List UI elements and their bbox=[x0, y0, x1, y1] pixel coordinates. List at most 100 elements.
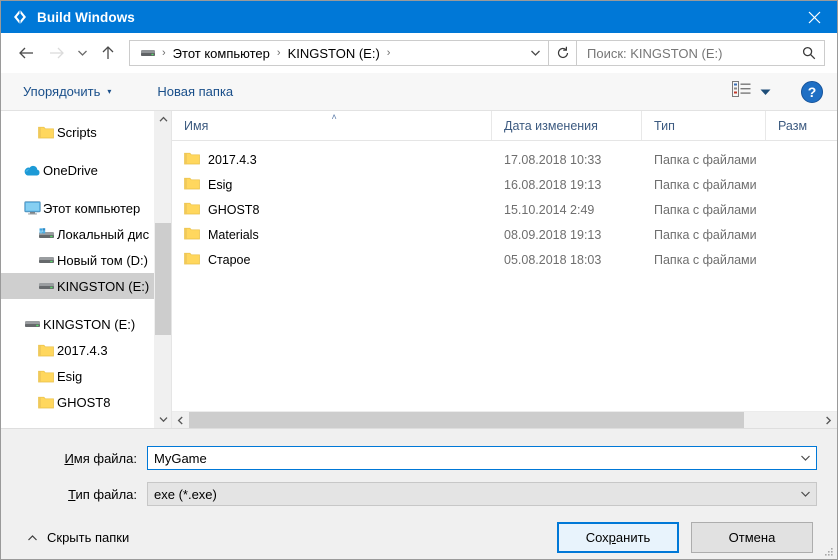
toolbar: Упорядочить ▾ Новая папка ? bbox=[1, 73, 837, 111]
column-header-type-label: Тип bbox=[654, 118, 675, 133]
file-name-label: Esig bbox=[208, 177, 233, 192]
column-header-date-label: Дата изменения bbox=[504, 118, 598, 133]
sidebar-item-этот-компьютер[interactable]: Этот компьютер bbox=[1, 195, 171, 221]
sidebar-item-esig[interactable]: Esig bbox=[1, 363, 171, 389]
refresh-button[interactable] bbox=[549, 40, 577, 66]
sidebar-item-новый-том-d[interactable]: Новый том (D:) bbox=[1, 247, 171, 273]
file-date-cell: 08.09.2018 19:13 bbox=[504, 227, 602, 242]
sidebar-item-локальный-дис[interactable]: Локальный дис bbox=[1, 221, 171, 247]
file-list-pane: Имя ˄ Дата изменения Тип Разм 2017.4.3 17… bbox=[171, 111, 837, 428]
close-button[interactable] bbox=[791, 1, 837, 33]
chevron-down-icon[interactable] bbox=[794, 447, 816, 469]
sidebar-item-label: Scripts bbox=[57, 124, 97, 140]
save-label-suffix: анить bbox=[615, 529, 651, 545]
drive-icon bbox=[21, 318, 43, 330]
chevron-down-icon[interactable] bbox=[794, 483, 816, 505]
sidebar-item-label: 2017.4.3 bbox=[57, 342, 108, 358]
filetype-value: exe (*.exe) bbox=[154, 486, 217, 502]
filename-field[interactable] bbox=[147, 446, 817, 470]
file-name-label: 2017.4.3 bbox=[208, 152, 257, 167]
forward-button[interactable] bbox=[41, 38, 71, 68]
folder-icon bbox=[35, 369, 57, 383]
folder-icon bbox=[35, 125, 57, 139]
navigation-bar: › Этот компьютер › KINGSTON (E:) › bbox=[1, 33, 837, 73]
scroll-down-button[interactable] bbox=[155, 411, 171, 428]
sidebar-item-onedrive[interactable]: OneDrive bbox=[1, 157, 171, 183]
hide-folders-button[interactable]: Скрыть папки bbox=[21, 530, 129, 545]
search-input[interactable] bbox=[587, 45, 802, 61]
filetype-field[interactable]: exe (*.exe) bbox=[147, 482, 817, 506]
sidebar-item-kingston-e[interactable]: KINGSTON (E:) bbox=[1, 311, 171, 337]
sidebar-item-kingston-e[interactable]: KINGSTON (E:) bbox=[1, 273, 171, 299]
breadcrumb-separator: › bbox=[162, 47, 166, 59]
sidebar-item-label: Этот компьютер bbox=[43, 200, 141, 216]
save-file-dialog: Build Windows › Этот компьютер › KINGSTO… bbox=[0, 0, 838, 560]
chevron-up-icon bbox=[27, 530, 38, 545]
chevron-down-icon[interactable] bbox=[522, 41, 548, 65]
sidebar-item-scripts[interactable]: Scripts bbox=[1, 119, 171, 145]
view-options-button[interactable] bbox=[728, 81, 775, 102]
filename-label: Имя файла: bbox=[21, 451, 147, 466]
recent-locations-button[interactable] bbox=[71, 38, 93, 68]
column-header-size-label: Разм bbox=[778, 118, 808, 133]
table-row[interactable]: Materials 08.09.2018 19:13 Папка с файлами bbox=[172, 222, 837, 247]
file-date-cell: 15.10.2014 2:49 bbox=[504, 202, 595, 217]
column-header-name-label: Имя bbox=[184, 118, 209, 133]
onedrive-icon bbox=[21, 164, 43, 177]
scroll-up-button[interactable] bbox=[155, 111, 171, 128]
file-type-cell: Папка с файлами bbox=[654, 177, 757, 192]
table-row[interactable]: 2017.4.3 17.08.2018 10:33 Папка с файлами bbox=[172, 147, 837, 172]
save-label-accel: р bbox=[608, 529, 616, 545]
filename-label-rest: мя файла: bbox=[73, 450, 137, 466]
resize-grip-icon[interactable] bbox=[822, 544, 834, 556]
column-header-type[interactable]: Тип bbox=[642, 111, 766, 140]
form-area: Имя файла: Тип файла: exe (*.exe) bbox=[1, 429, 837, 515]
filetype-label-rest: ип файла: bbox=[75, 486, 137, 502]
filename-input[interactable] bbox=[148, 450, 794, 466]
help-label: ? bbox=[807, 83, 817, 100]
breadcrumb-item-computer[interactable]: Этот компьютер bbox=[170, 46, 273, 61]
folder-icon bbox=[184, 151, 200, 168]
breadcrumb-separator: › bbox=[386, 47, 391, 59]
sidebar-item-ghost8[interactable]: GHOST8 bbox=[1, 389, 171, 415]
column-header-size[interactable]: Разм bbox=[766, 111, 826, 140]
save-button[interactable]: Сох р анить bbox=[557, 521, 679, 553]
column-header-name[interactable]: Имя ˄ bbox=[172, 111, 492, 140]
sidebar-scrollbar-thumb[interactable] bbox=[155, 223, 171, 335]
file-list-horizontal-scrollbar[interactable] bbox=[172, 411, 837, 428]
file-name-cell: Esig bbox=[172, 176, 492, 193]
unity-logo-icon bbox=[9, 6, 31, 28]
cancel-button[interactable]: Отмена bbox=[691, 521, 813, 553]
table-row[interactable]: Старое 05.08.2018 18:03 Папка с файлами bbox=[172, 247, 837, 272]
drive-icon bbox=[136, 47, 158, 59]
help-icon[interactable]: ? bbox=[801, 80, 823, 103]
horizontal-scrollbar-thumb[interactable] bbox=[189, 412, 745, 428]
dialog-body: Scripts OneDrive Этот компьютер Локальный д… bbox=[1, 111, 837, 429]
sidebar-scrollbar[interactable] bbox=[154, 111, 171, 428]
search-box[interactable] bbox=[577, 40, 825, 66]
file-date-cell: 05.08.2018 18:03 bbox=[504, 252, 602, 267]
organize-button[interactable]: Упорядочить ▾ bbox=[19, 79, 115, 105]
file-type-cell: Папка с файлами bbox=[654, 252, 757, 267]
drive-icon bbox=[35, 280, 57, 292]
folder-icon bbox=[35, 343, 57, 357]
back-button[interactable] bbox=[11, 38, 41, 68]
sidebar-item-label: GHOST8 bbox=[57, 394, 111, 410]
file-type-cell: Папка с файлами bbox=[654, 152, 757, 167]
breadcrumb-item-kingston[interactable]: KINGSTON (E:) bbox=[285, 46, 383, 61]
table-row[interactable]: Esig 16.08.2018 19:13 Папка с файлами bbox=[172, 172, 837, 197]
file-name-cell: GHOST8 bbox=[172, 201, 492, 218]
sidebar-item-2017.4.3[interactable]: 2017.4.3 bbox=[1, 337, 171, 363]
local-disk-icon bbox=[35, 227, 57, 241]
new-folder-button[interactable]: Новая папка bbox=[153, 79, 237, 105]
up-button[interactable] bbox=[93, 38, 123, 68]
horizontal-scroll-track[interactable] bbox=[189, 412, 820, 428]
scroll-right-button[interactable] bbox=[820, 412, 837, 428]
scroll-left-button[interactable] bbox=[172, 412, 189, 428]
file-name-cell: 2017.4.3 bbox=[172, 151, 492, 168]
column-header-date[interactable]: Дата изменения bbox=[492, 111, 642, 140]
breadcrumb[interactable]: › Этот компьютер › KINGSTON (E:) › bbox=[129, 40, 549, 66]
table-row[interactable]: GHOST8 15.10.2014 2:49 Папка с файлами bbox=[172, 197, 837, 222]
sidebar-item-label: Новый том (D:) bbox=[57, 252, 148, 268]
